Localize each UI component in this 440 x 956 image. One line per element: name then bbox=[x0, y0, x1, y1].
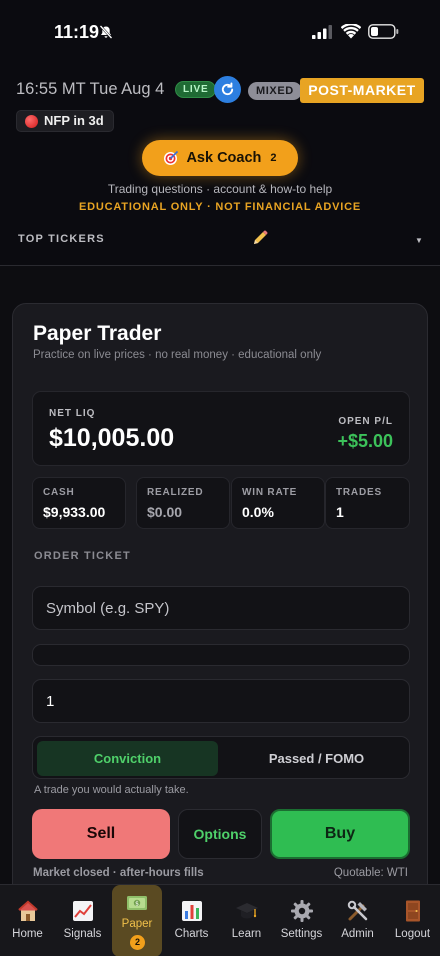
order-ticket-label: ORDER TICKET bbox=[34, 550, 131, 562]
app-header: 16:55 MT Tue Aug 4 LIVE MIXED POST-MARKE… bbox=[0, 64, 440, 266]
ask-coach-label: Ask Coach bbox=[186, 150, 262, 166]
stat-value: $0.00 bbox=[147, 504, 183, 520]
sell-button[interactable]: Sell bbox=[32, 809, 170, 859]
nav-paper[interactable]: $ Paper 2 bbox=[112, 885, 162, 956]
nav-label: Learn bbox=[231, 928, 262, 940]
nav-label: Settings bbox=[280, 928, 323, 940]
pencil-icon[interactable] bbox=[252, 230, 268, 246]
status-bar: 11:19 bbox=[0, 0, 440, 64]
refresh-icon bbox=[221, 82, 234, 96]
graduation-cap-icon bbox=[235, 903, 258, 919]
order-type-field[interactable] bbox=[32, 644, 410, 666]
quotable-symbol: Quotable: WTI bbox=[333, 867, 408, 879]
conviction-option[interactable]: Conviction bbox=[37, 741, 218, 776]
stat-win-rate: WIN RATE 0.0% bbox=[231, 477, 325, 529]
battery-icon bbox=[368, 24, 399, 39]
top-tickers-label[interactable]: TOP TICKERS bbox=[18, 233, 105, 245]
refresh-button[interactable] bbox=[214, 76, 241, 103]
paper-trader-panel: Paper Trader Practice on live prices · n… bbox=[12, 303, 428, 943]
money-icon: $ bbox=[127, 896, 147, 910]
event-badge-label: NFP in 3d bbox=[44, 113, 104, 128]
page-subtitle: Practice on live prices · no real money … bbox=[33, 349, 322, 361]
chevron-down-icon[interactable]: ▼ bbox=[415, 236, 423, 245]
red-circle-icon bbox=[25, 114, 38, 128]
symbol-input[interactable]: Symbol (e.g. SPY) bbox=[32, 586, 410, 630]
nav-charts[interactable]: Charts bbox=[164, 885, 219, 956]
stat-value: 0.0% bbox=[242, 504, 274, 520]
svg-text:$: $ bbox=[135, 900, 139, 907]
door-icon bbox=[405, 900, 420, 922]
nav-label: Logout bbox=[394, 928, 431, 940]
page-title: Paper Trader bbox=[33, 322, 162, 345]
market-status: Market closed · after-hours fills bbox=[33, 867, 204, 879]
ask-coach-count: 2 bbox=[270, 152, 277, 164]
nav-label: Signals bbox=[63, 928, 102, 940]
status-time: 11:19 bbox=[54, 22, 100, 42]
live-badge: LIVE bbox=[175, 81, 217, 98]
coach-disclaimer: EDUCATIONAL ONLY · NOT FINANCIAL ADVICE bbox=[79, 201, 361, 213]
nav-label: Admin bbox=[341, 928, 374, 940]
stat-cash: CASH $9,933.00 bbox=[32, 477, 126, 529]
bullseye-icon bbox=[164, 150, 179, 165]
bar-chart-icon bbox=[181, 901, 202, 921]
house-icon bbox=[17, 900, 38, 921]
stat-label: WIN RATE bbox=[242, 487, 298, 498]
stat-label: REALIZED bbox=[147, 487, 204, 498]
stat-realized: REALIZED $0.00 bbox=[136, 477, 230, 529]
nav-label: Charts bbox=[174, 928, 209, 940]
chart-up-icon bbox=[72, 901, 93, 921]
nav-learn[interactable]: Learn bbox=[219, 885, 274, 956]
nav-label: Paper bbox=[121, 918, 153, 930]
conviction-hint: A trade you would actually take. bbox=[34, 784, 189, 796]
options-button[interactable]: Options bbox=[178, 809, 262, 859]
market-clock: 16:55 MT Tue Aug 4 bbox=[16, 80, 165, 98]
passed-fomo-option[interactable]: Passed / FOMO bbox=[226, 741, 407, 776]
nav-label: Home bbox=[12, 928, 43, 940]
coach-subtitle: Trading questions · account & how-to hel… bbox=[107, 182, 333, 196]
quantity-input[interactable]: 1 bbox=[32, 679, 410, 723]
nav-logout[interactable]: Logout bbox=[385, 885, 440, 956]
stat-trades: TRADES 1 bbox=[325, 477, 410, 529]
net-liq-card: NET LIQ $10,005.00 OPEN P/L +$5.00 bbox=[32, 391, 410, 466]
bell-off-icon bbox=[99, 25, 113, 39]
cellular-signal-icon bbox=[312, 25, 332, 39]
open-pl-value: +$5.00 bbox=[337, 431, 393, 451]
bottom-nav: Home Signals $ Paper 2 Charts Learn Sett… bbox=[0, 884, 440, 956]
open-pl-label: OPEN P/L bbox=[338, 416, 393, 427]
nav-admin[interactable]: Admin bbox=[330, 885, 385, 956]
net-liq-label: NET LIQ bbox=[49, 408, 96, 419]
stat-value: $9,933.00 bbox=[43, 504, 106, 520]
stat-value: 1 bbox=[336, 504, 344, 520]
session-badge: POST-MARKET bbox=[300, 78, 424, 103]
nav-settings[interactable]: Settings bbox=[274, 885, 329, 956]
ask-coach-button[interactable]: Ask Coach 2 bbox=[142, 140, 298, 176]
stat-label: TRADES bbox=[336, 487, 382, 498]
paper-count-badge: 2 bbox=[130, 935, 145, 950]
nav-signals[interactable]: Signals bbox=[55, 885, 110, 956]
event-badge[interactable]: NFP in 3d bbox=[16, 110, 114, 132]
nav-home[interactable]: Home bbox=[0, 885, 55, 956]
wifi-icon bbox=[341, 24, 361, 39]
conviction-toggle: Conviction Passed / FOMO bbox=[32, 736, 410, 779]
net-liq-value: $10,005.00 bbox=[49, 424, 175, 452]
tools-icon bbox=[347, 900, 367, 921]
mixed-badge: MIXED bbox=[248, 82, 302, 100]
gear-icon bbox=[290, 900, 313, 922]
buy-button[interactable]: Buy bbox=[270, 809, 410, 859]
stat-label: CASH bbox=[43, 487, 75, 498]
